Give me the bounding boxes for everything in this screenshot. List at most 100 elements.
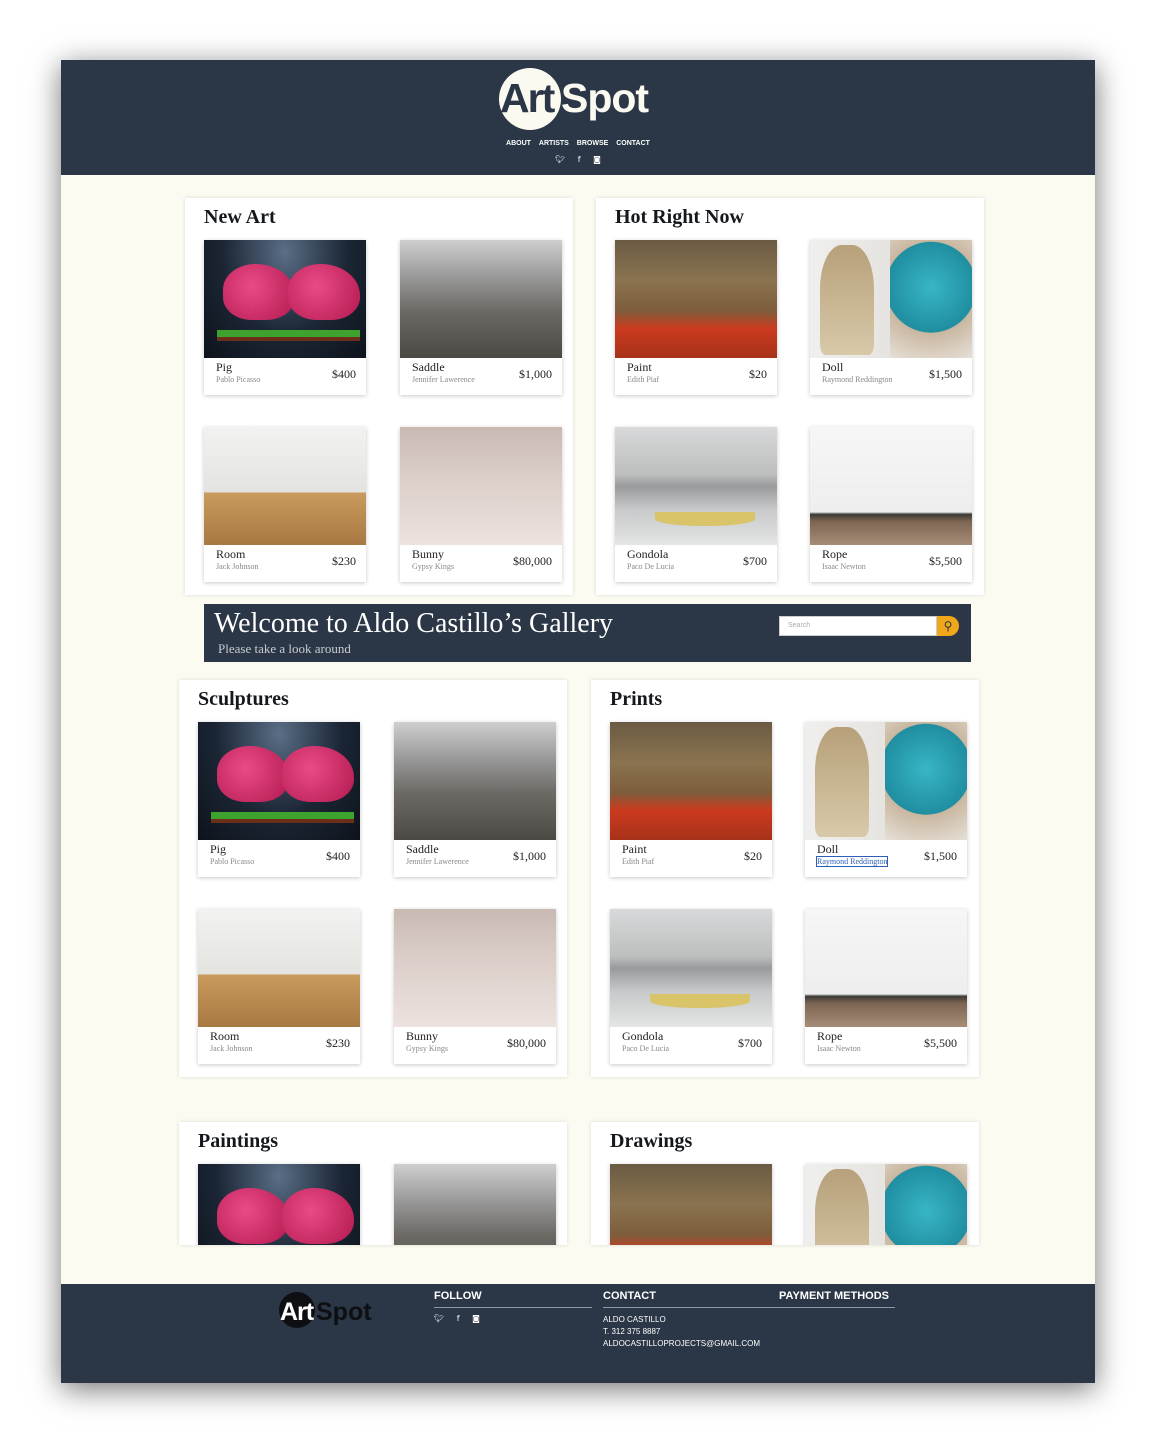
art-artist[interactable]: Gypsy Kings	[412, 562, 454, 571]
facebook-icon[interactable]: f	[578, 155, 581, 164]
pig-shape	[282, 745, 354, 803]
contact-email[interactable]: ALDOCASTILLOPROJECTS@GMAIL.COM	[603, 1338, 760, 1350]
search-input[interactable]: Search	[779, 616, 937, 636]
doll-figure	[815, 1169, 869, 1245]
artwork-image[interactable]	[204, 427, 366, 545]
artwork-image[interactable]	[400, 240, 562, 358]
art-card[interactable]: Doll Raymond Reddington $1,500	[805, 722, 967, 877]
twitter-icon[interactable]: 🐦︎	[434, 1314, 444, 1323]
artwork-image[interactable]	[615, 240, 777, 358]
contact-phone: T. 312 375 8887	[603, 1327, 661, 1336]
art-card[interactable]: Rope Isaac Newton $5,500	[810, 427, 972, 582]
art-card[interactable]	[805, 1164, 967, 1245]
nav-about[interactable]: ABOUT	[506, 140, 531, 147]
art-price: $5,500	[929, 554, 962, 568]
section-title: Sculptures	[198, 688, 289, 710]
art-artist[interactable]: Isaac Newton	[817, 1044, 861, 1053]
art-card[interactable]: Room Jack Johnson $230	[198, 909, 360, 1064]
art-artist[interactable]: Isaac Newton	[822, 562, 866, 571]
instagram-icon[interactable]: ◙	[593, 155, 601, 164]
art-card[interactable]: Gondola Paco De Lucia $700	[610, 909, 772, 1064]
nav-browse[interactable]: BROWSE	[577, 140, 609, 147]
art-artist[interactable]: Paco De Lucia	[622, 1044, 669, 1053]
site-logo[interactable]: Art Spot	[499, 68, 661, 132]
art-price: $5,500	[924, 1036, 957, 1050]
artwork-image[interactable]	[400, 427, 562, 545]
art-card[interactable]: Pig Pablo Picasso $400	[204, 240, 366, 395]
footer-logo-spot: Spot	[316, 1298, 372, 1326]
art-card[interactable]: Doll Raymond Reddington $1,500	[810, 240, 972, 395]
grass-shape	[282, 811, 354, 824]
art-card[interactable]: Bunny Gypsy Kings $80,000	[400, 427, 562, 582]
welcome-banner: Welcome to Aldo Castillo’s Gallery Pleas…	[204, 604, 971, 662]
art-artist[interactable]: Edith Piaf	[622, 857, 654, 866]
art-price: $1,500	[924, 849, 957, 863]
logo-spot-text: Spot	[561, 75, 649, 121]
art-artist-selected[interactable]: Raymond Reddington	[815, 856, 889, 867]
art-title: Paint	[622, 842, 647, 856]
nav-contact[interactable]: CONTACT	[616, 140, 650, 147]
footer-contact-info: ALDO CASTILLO T. 312 375 8887 ALDOCASTIL…	[603, 1314, 760, 1350]
doll-face	[885, 722, 967, 840]
artwork-image[interactable]	[805, 1164, 967, 1245]
art-card[interactable]: Saddle Jennifer Lawerence $1,000	[394, 722, 556, 877]
art-artist[interactable]: Jack Johnson	[210, 1044, 252, 1053]
art-artist[interactable]: Pablo Picasso	[210, 857, 254, 866]
artwork-image[interactable]	[394, 722, 556, 840]
art-artist[interactable]: Pablo Picasso	[216, 375, 260, 384]
art-card[interactable]: Bunny Gypsy Kings $80,000	[394, 909, 556, 1064]
artwork-image[interactable]	[394, 909, 556, 1027]
artwork-image[interactable]	[198, 722, 360, 840]
nav-artists[interactable]: ARTISTS	[539, 140, 569, 147]
art-price: $20	[744, 849, 762, 863]
pig-shape	[217, 1187, 289, 1245]
artwork-image[interactable]	[610, 909, 772, 1027]
art-artist[interactable]: Edith Piaf	[627, 375, 659, 384]
instagram-icon[interactable]: ◙	[472, 1314, 480, 1323]
site-header: Art Spot ABOUT ARTISTS BROWSE CONTACT 🐦︎…	[61, 60, 1095, 175]
art-price: $1,000	[519, 367, 552, 381]
art-card[interactable]	[198, 1164, 360, 1245]
sculptures-panel: Sculptures Pig Pablo Picasso $400 Saddle…	[179, 680, 567, 1077]
art-artist[interactable]: Gypsy Kings	[406, 1044, 448, 1053]
artwork-image[interactable]	[810, 240, 972, 358]
art-price: $80,000	[507, 1036, 546, 1050]
art-title: Saddle	[412, 360, 445, 374]
art-title: Paint	[627, 360, 652, 374]
pig-shape	[217, 745, 289, 803]
art-card[interactable]: Room Jack Johnson $230	[204, 427, 366, 582]
footer-payment-heading: PAYMENT METHODS	[779, 1290, 890, 1302]
facebook-icon[interactable]: f	[457, 1314, 460, 1323]
doll-figure	[815, 727, 869, 837]
doll-face	[890, 240, 972, 358]
art-artist[interactable]: Paco De Lucia	[627, 562, 674, 571]
art-card[interactable]: Rope Isaac Newton $5,500	[805, 909, 967, 1064]
art-card[interactable]: Pig Pablo Picasso $400	[198, 722, 360, 877]
artwork-image[interactable]	[805, 909, 967, 1027]
art-card[interactable]: Paint Edith Piaf $20	[615, 240, 777, 395]
artwork-image[interactable]	[198, 1164, 360, 1245]
footer-logo[interactable]: Art Spot	[279, 1292, 389, 1332]
grass-shape	[216, 329, 289, 342]
artwork-image[interactable]	[615, 427, 777, 545]
art-card[interactable]	[610, 1164, 772, 1245]
art-artist[interactable]: Jennifer Lawerence	[406, 857, 469, 866]
artwork-image[interactable]	[805, 722, 967, 840]
artwork-image[interactable]	[610, 722, 772, 840]
twitter-icon[interactable]: 🐦︎	[555, 155, 565, 164]
art-title: Pig	[216, 360, 233, 374]
artwork-image[interactable]	[198, 909, 360, 1027]
art-card[interactable]	[394, 1164, 556, 1245]
artwork-image[interactable]	[394, 1164, 556, 1245]
art-card[interactable]: Saddle Jennifer Lawerence $1,000	[400, 240, 562, 395]
art-title: Doll	[817, 842, 839, 856]
artwork-image[interactable]	[610, 1164, 772, 1245]
search-icon[interactable]: ⚲	[937, 616, 959, 636]
art-artist[interactable]: Jack Johnson	[216, 562, 258, 571]
artwork-image[interactable]	[810, 427, 972, 545]
art-card[interactable]: Gondola Paco De Lucia $700	[615, 427, 777, 582]
art-artist[interactable]: Raymond Reddington	[822, 375, 892, 384]
artwork-image[interactable]	[204, 240, 366, 358]
art-card[interactable]: Paint Edith Piaf $20	[610, 722, 772, 877]
art-artist[interactable]: Jennifer Lawerence	[412, 375, 475, 384]
